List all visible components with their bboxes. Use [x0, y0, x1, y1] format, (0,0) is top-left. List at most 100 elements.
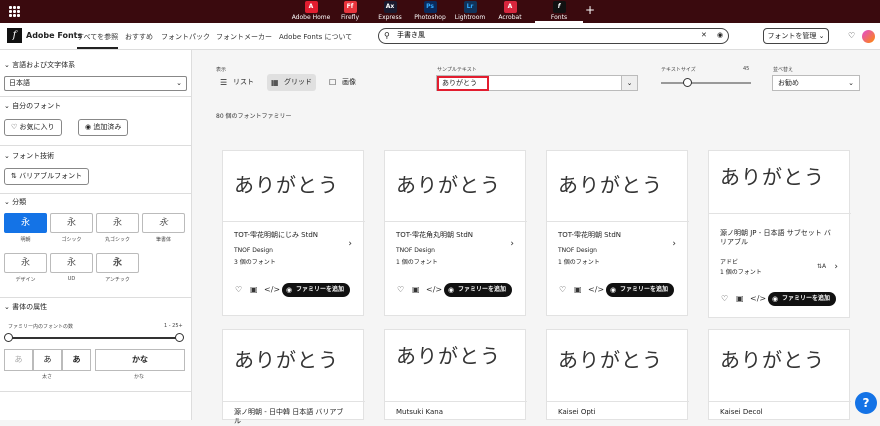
bookmark-icon[interactable]: ▣ [250, 285, 258, 294]
embed-code-icon[interactable]: </> [750, 294, 766, 303]
font-card[interactable]: ありがとう 源ノ明朝 JP - 日本語 サブセット バリアブル アドビ 1 個の… [708, 150, 851, 318]
heart-icon[interactable]: ♡ [559, 285, 566, 294]
class-maru-gothic[interactable]: 永 [96, 213, 139, 233]
font-card[interactable]: ありがとう TOT-雫花角丸明朝 StdN › TNOF Design 1 個の… [384, 150, 527, 316]
tech-section-title[interactable]: ⌄ フォント技術 [4, 151, 54, 161]
font-card[interactable]: ありがとう 源ノ明朝 - 日中韓 日本語 バリアブル [222, 329, 365, 425]
font-card[interactable]: ありがとう Mutsuki Kana [384, 329, 527, 420]
chevron-right-icon[interactable]: › [672, 239, 676, 249]
heart-icon[interactable]: ♡ [235, 285, 242, 294]
class-antique[interactable]: 永 [96, 253, 139, 273]
view-grid-button[interactable]: ▦ グリッド [267, 74, 316, 91]
divider [223, 221, 365, 222]
list-icon: ☰ [220, 78, 228, 87]
heart-icon[interactable]: ♡ [721, 294, 728, 303]
embed-code-icon[interactable]: </> [588, 285, 604, 294]
class-design[interactable]: 永 [4, 253, 47, 273]
foundry-name[interactable]: TNOF Design [234, 247, 273, 254]
font-count: 1 個のフォント [720, 269, 762, 276]
foundry-name[interactable]: アドビ [720, 257, 738, 266]
view-image-button[interactable]: ☐ 画像 [325, 74, 360, 91]
add-app-icon[interactable]: + [585, 3, 595, 17]
help-button[interactable]: ? [855, 392, 877, 414]
bookmark-icon[interactable]: ▣ [412, 285, 420, 294]
font-sample: ありがとう [558, 348, 663, 372]
notification-bell-icon[interactable]: ♡ [848, 31, 855, 40]
added-label: 追加済み [93, 123, 122, 131]
brand-name[interactable]: Adobe Fonts [26, 31, 82, 40]
class-label: 筆書体 [155, 237, 171, 243]
class-brush[interactable]: 永 [142, 213, 185, 233]
add-family-button[interactable]: ◉ ファミリーを追加 [282, 283, 351, 297]
variable-font-icon: ⇅ [11, 172, 17, 180]
font-name[interactable]: 源ノ明朝 JP - 日本語 サブセット バリアブル [720, 229, 832, 247]
foundry-name[interactable]: TNOF Design [558, 247, 597, 254]
weight-regular[interactable]: あ [33, 349, 62, 371]
chevron-right-icon[interactable]: › [834, 262, 838, 272]
nav-font-packs[interactable]: フォントパック [161, 32, 210, 42]
clear-search-icon[interactable]: ✕ [701, 31, 707, 39]
add-family-button[interactable]: ◉ ファミリーを追加 [768, 292, 837, 306]
eye-icon: ◉ [772, 295, 779, 303]
add-family-label: ファミリーを追加 [296, 286, 345, 293]
text-size-handle[interactable] [683, 78, 692, 87]
app-acrobat[interactable]: A Acrobat [486, 1, 534, 21]
font-name[interactable]: Mutsuki Kana [396, 408, 508, 417]
text-size-slider[interactable] [661, 82, 751, 84]
tech-title: フォント技術 [12, 152, 55, 160]
nav-browse-all[interactable]: すべてを参照 [77, 32, 119, 49]
variable-font-button[interactable]: ⇅ バリアブルフォント [4, 168, 90, 185]
sample-text-dropdown[interactable]: ⌄ [621, 76, 637, 90]
embed-code-icon[interactable]: </> [426, 285, 442, 294]
slider-max-handle[interactable] [175, 333, 184, 342]
font-card[interactable]: ありがとう TOT-雫花明朝 StdN › TNOF Design 1 個のフォ… [546, 150, 689, 316]
nav-foundries[interactable]: フォントメーカー [216, 32, 272, 42]
add-family-button[interactable]: ◉ ファミリーを追加 [444, 283, 513, 297]
app-fonts[interactable]: f Fonts [535, 1, 583, 23]
font-name[interactable]: TOT-雫花明朝 StdN [558, 231, 670, 240]
heart-icon[interactable]: ♡ [397, 285, 404, 294]
font-name[interactable]: TOT-雫花明朝にじみ StdN [234, 231, 346, 240]
adobe-fonts-logo-icon[interactable]: f [7, 28, 22, 43]
view-list-button[interactable]: ☰ リスト [216, 74, 258, 91]
camera-search-icon[interactable]: ◉ [717, 31, 723, 39]
font-name[interactable]: Kaisei Opti [558, 408, 670, 417]
font-name[interactable]: Kaisei Decol [720, 408, 832, 417]
sort-select[interactable]: お勧め ⌄ [772, 75, 860, 91]
nav-about[interactable]: Adobe Fonts について [279, 32, 352, 42]
my-fonts-section-title[interactable]: ⌄ 自分のフォント [4, 101, 61, 111]
kana-button[interactable]: かな [95, 349, 185, 371]
manage-fonts-button[interactable]: フォントを管理 ⌄ [763, 28, 829, 44]
weight-light[interactable]: あ [4, 349, 33, 371]
weight-bold[interactable]: あ [62, 349, 91, 371]
class-ud[interactable]: 永 [50, 253, 93, 273]
chevron-right-icon[interactable]: › [348, 239, 352, 249]
added-button[interactable]: ◉ 追加済み [78, 119, 129, 136]
apps-grid-icon[interactable] [9, 6, 20, 17]
bookmark-icon[interactable]: ▣ [736, 294, 744, 303]
chevron-right-icon[interactable]: › [510, 239, 514, 249]
classification-section-title[interactable]: ⌄ 分類 [4, 197, 26, 207]
class-gothic[interactable]: 永 [50, 213, 93, 233]
font-card[interactable]: ありがとう Kaisei Opti [546, 329, 689, 420]
attributes-section-title[interactable]: ⌄ 書体の属性 [4, 302, 47, 312]
language-select[interactable]: 日本語 ⌄ [4, 76, 187, 91]
foundry-name[interactable]: TNOF Design [396, 247, 435, 254]
lang-section-title[interactable]: ⌄ 言語および文字体系 [4, 60, 75, 70]
font-name[interactable]: TOT-雫花角丸明朝 StdN [396, 231, 508, 240]
embed-code-icon[interactable]: </> [264, 285, 280, 294]
font-card[interactable]: ありがとう TOT-雫花明朝にじみ StdN › TNOF Design 3 個… [222, 150, 365, 316]
class-mincho[interactable]: 永 [4, 213, 47, 233]
sample-text-input[interactable]: ありがとう [437, 76, 489, 91]
adobe-home-icon: A [304, 1, 318, 13]
font-card[interactable]: ありがとう Kaisei Decol [708, 329, 851, 420]
search-input[interactable] [397, 31, 677, 39]
font-name[interactable]: 源ノ明朝 - 日中韓 日本語 バリアブル [234, 408, 346, 426]
nav-recommended[interactable]: おすすめ [125, 32, 153, 42]
add-family-button[interactable]: ◉ ファミリーを追加 [606, 283, 675, 297]
favorites-button[interactable]: ♡ お気に入り [4, 119, 62, 136]
bookmark-icon[interactable]: ▣ [574, 285, 582, 294]
slider-min-handle[interactable] [4, 333, 13, 342]
avatar[interactable] [862, 30, 875, 43]
family-count-slider[interactable] [8, 337, 180, 339]
